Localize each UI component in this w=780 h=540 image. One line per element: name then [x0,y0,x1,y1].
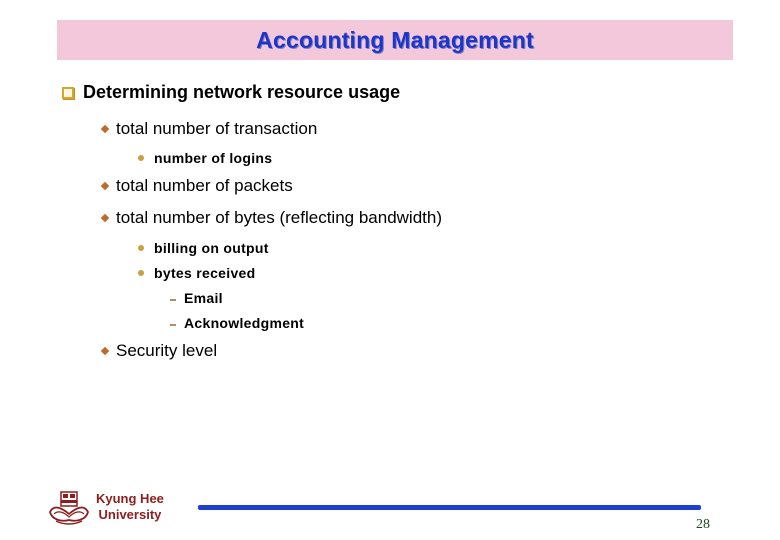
list-item-text: total number of transaction [116,119,318,138]
list-item-text: total number of bytes (reflecting bandwi… [116,208,443,227]
dot-bullet-icon [138,155,144,161]
list-item: Security level [100,341,217,361]
list-item: total number of packets [100,176,293,196]
list-item-text: Security level [116,341,218,360]
university-name-line1: Kyung Hee [96,491,164,506]
diamond-bullet-icon [100,213,110,223]
list-item-text: Acknowledgment [184,315,305,331]
list-item: Acknowledgment [170,315,304,331]
list-item: billing on output [138,240,269,256]
list-item-text: bytes received [154,265,256,281]
dash-bullet-icon [170,324,176,326]
dot-bullet-icon [138,245,144,251]
list-item-text: Email [184,290,223,306]
list-item: number of logins [138,150,272,166]
footer-divider [198,505,701,510]
diamond-bullet-icon [100,124,110,134]
list-item-text: total number of packets [116,176,293,195]
university-name: Kyung Hee University [96,491,164,523]
diamond-bullet-icon [100,181,110,191]
heading-text: Determining network resource usage [83,82,401,102]
title-bar: Accounting Management [57,20,733,60]
list-item: bytes received [138,265,255,281]
list-item: total number of transaction [100,119,317,139]
diamond-bullet-icon [100,346,110,356]
hollow-square-bullet-icon [62,86,74,99]
list-item: Email [170,290,223,306]
list-item: total number of bytes (reflecting bandwi… [100,208,442,228]
list-item-text: billing on output [154,240,269,256]
university-name-line2: University [98,507,162,522]
university-crest-icon [49,491,89,525]
heading-bullet: Determining network resource usage [62,82,400,103]
dash-bullet-icon [170,299,176,301]
slide-title: Accounting Management [256,27,534,53]
list-item-text: number of logins [154,150,273,166]
dot-bullet-icon [138,270,144,276]
page-number: 28 [696,517,710,532]
